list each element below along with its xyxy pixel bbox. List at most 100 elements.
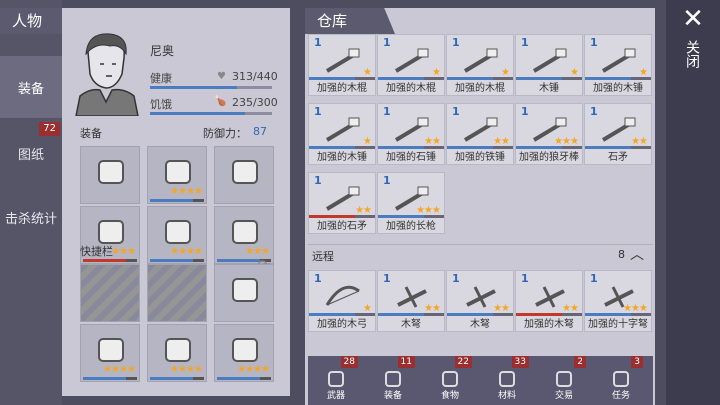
item-name: 加强的木锤 xyxy=(317,152,367,163)
category-tab[interactable]: 3 任务 xyxy=(597,356,645,405)
tab-label: 装备 xyxy=(17,81,44,97)
category-count-badge: 22 xyxy=(454,356,472,368)
item-name: 石矛 xyxy=(608,152,628,163)
defense-value: 87 xyxy=(253,125,267,138)
star-rating: ★★★★ xyxy=(170,186,203,197)
category-tab[interactable]: 11 装备 xyxy=(369,356,417,405)
star-rating: ★★★★ xyxy=(170,364,203,375)
storage-item-card[interactable]: 1 ★★ 加强的铁锤 xyxy=(446,103,514,165)
tab-blueprints[interactable]: 图纸 72 xyxy=(0,122,62,184)
item-count: 1 xyxy=(521,105,529,118)
star-rating: ★★★★ xyxy=(237,364,270,375)
item-count: 1 xyxy=(590,272,598,285)
durability-bar xyxy=(150,259,204,262)
category-count-badge: 2 xyxy=(574,356,586,368)
collapse-chevron-icon[interactable]: ︿ xyxy=(630,244,644,264)
storage-item-card[interactable]: 1 ★★★ 加强的狼牙棒 xyxy=(515,103,583,165)
quickbar-slot[interactable]: ★★★★ xyxy=(214,324,274,382)
storage-item-card[interactable]: 1 ★★ 加强的石矛 xyxy=(308,172,376,234)
category-count-badge: 28 xyxy=(340,356,358,368)
storage-item-card[interactable]: 1 ★★ 木弩 xyxy=(377,270,445,332)
quickbar-slot[interactable]: ★★★★ xyxy=(147,324,207,382)
food-icon: 🍗 xyxy=(214,96,227,107)
quickbar-slot[interactable]: ★★★★ xyxy=(80,324,140,382)
equipment-slot[interactable]: ★★★★ xyxy=(147,206,207,264)
star-rating: ★★★★ xyxy=(103,364,136,375)
close-label[interactable]: 关闭 xyxy=(682,40,702,68)
item-name: 加强的石矛 xyxy=(317,221,367,232)
close-icon[interactable]: ✕ xyxy=(678,4,708,34)
quickbar-slot[interactable] xyxy=(214,264,274,322)
character-name: 尼奥 xyxy=(150,44,175,58)
health-label: 健康 xyxy=(150,72,172,85)
tab-equipment[interactable]: 装备 xyxy=(0,56,62,118)
item-name: 加强的木棍 xyxy=(386,83,436,94)
category-label: 任务 xyxy=(611,391,630,401)
quickbar-slot[interactable] xyxy=(147,264,207,322)
category-count-badge: 3 xyxy=(631,356,643,368)
item-name: 木锤 xyxy=(539,83,559,94)
durability-bar xyxy=(150,377,204,380)
category-tab[interactable]: 33 材料 xyxy=(483,356,531,405)
item-name: 加强的狼牙棒 xyxy=(519,152,579,163)
storage-item-card[interactable]: 1 ★★★ 加强的十字弩 xyxy=(584,270,652,332)
item-name: 木弩 xyxy=(470,319,490,330)
tab-label: 图纸 xyxy=(17,147,44,163)
durability-bar xyxy=(217,377,271,380)
hunger-label: 饥饿 xyxy=(150,98,172,111)
item-count: 1 xyxy=(452,105,460,118)
item-count: 1 xyxy=(452,36,460,49)
heart-icon: ♥ xyxy=(217,71,226,82)
category-tab[interactable]: 22 食物 xyxy=(426,356,474,405)
item-count: 1 xyxy=(314,272,322,285)
storage-item-card[interactable]: 1 ★★ 石矛 xyxy=(584,103,652,165)
star-rating: ★★★ xyxy=(111,246,136,257)
item-count: 1 xyxy=(314,36,322,49)
hunger-value: 235/300 xyxy=(232,96,278,109)
item-count: 1 xyxy=(590,36,598,49)
equipment-slot[interactable]: ★★★★ xyxy=(147,146,207,204)
storage-item-card[interactable]: 1 ★★ 木弩 xyxy=(446,270,514,332)
category-tab[interactable]: 28 武器 xyxy=(312,356,360,405)
storage-item-card[interactable]: 1 ★ 加强的木锤 xyxy=(308,103,376,165)
hunger-bar xyxy=(150,112,272,115)
item-count: 1 xyxy=(452,272,460,285)
item-count: 1 xyxy=(383,174,391,187)
quickbar-slot[interactable] xyxy=(80,264,140,322)
side-tab-column: 装备 图纸 72 击杀统计 xyxy=(0,0,62,405)
tab-label: 击杀统计 xyxy=(4,211,57,227)
item-count: 1 xyxy=(383,36,391,49)
storage-item-card[interactable]: 1 ★ 加强的木棍 xyxy=(377,34,445,96)
item-name: 加强的木锤 xyxy=(593,83,643,94)
category-count-badge: 11 xyxy=(397,356,415,368)
storage-item-card[interactable]: 1 ★★ 加强的木弩 xyxy=(515,270,583,332)
item-count: 1 xyxy=(314,174,322,187)
storage-item-card[interactable]: 1 ★ 加强的木棍 xyxy=(308,34,376,96)
blueprint-count-badge: 72 xyxy=(39,122,60,136)
category-label: 武器 xyxy=(326,391,345,401)
ranged-label: 远程 xyxy=(312,250,334,263)
category-label: 交易 xyxy=(554,391,573,401)
storage-item-card[interactable]: 1 ★★ 加强的石锤 xyxy=(377,103,445,165)
quickbar-label: 快捷栏 xyxy=(80,245,113,258)
storage-item-card[interactable]: 1 ★ 加强的木锤 xyxy=(584,34,652,96)
divider xyxy=(308,244,653,245)
item-name: 加强的十字弩 xyxy=(588,319,648,330)
category-label: 材料 xyxy=(497,391,516,401)
equipment-slot[interactable] xyxy=(80,146,140,204)
storage-item-card[interactable]: 1 ★ 加强的木弓 xyxy=(308,270,376,332)
tab-kill-stats[interactable]: 击杀统计 xyxy=(0,186,62,248)
category-label: 食物 xyxy=(440,391,459,401)
item-count: 1 xyxy=(383,105,391,118)
item-name: 加强的木棍 xyxy=(455,83,505,94)
storage-item-card[interactable]: 1 ★★★ 加强的长枪 xyxy=(377,172,445,234)
storage-header: 仓库 xyxy=(305,8,395,34)
item-name: 加强的木弓 xyxy=(317,319,367,330)
storage-item-card[interactable]: 1 ★ 木锤 xyxy=(515,34,583,96)
durability-bar xyxy=(83,377,137,380)
storage-item-card[interactable]: 1 ★ 加强的木棍 xyxy=(446,34,514,96)
equipment-slot[interactable] xyxy=(214,146,274,204)
category-tab[interactable]: 2 交易 xyxy=(540,356,588,405)
item-name: 木弩 xyxy=(401,319,421,330)
star-rating: ★★★★ xyxy=(170,246,203,257)
